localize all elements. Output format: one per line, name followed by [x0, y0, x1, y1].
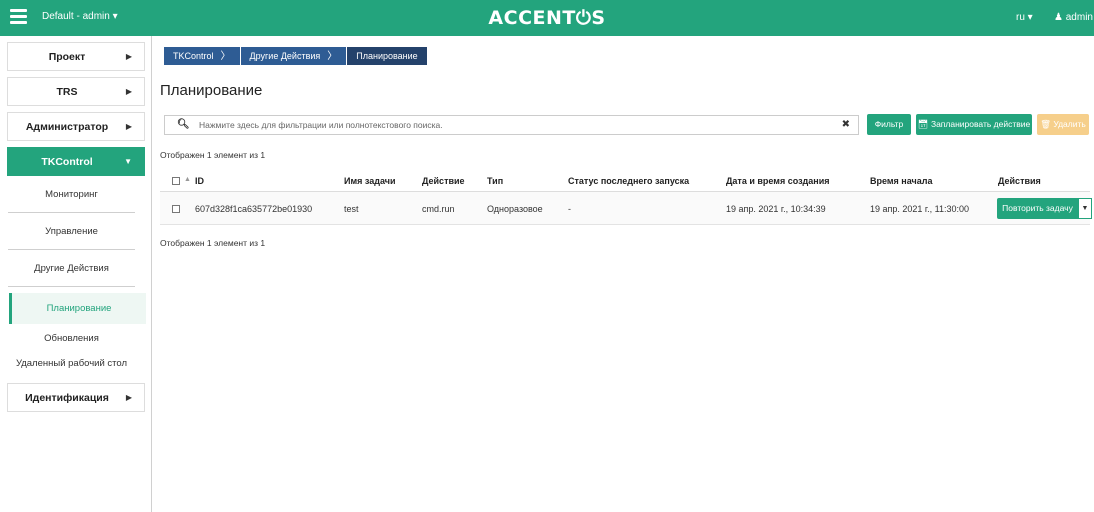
caret-right-icon: ▶	[125, 393, 132, 402]
column-header-action[interactable]: Действие	[422, 176, 465, 186]
cell-name: test	[344, 204, 359, 214]
search-icon: 🔍︎	[177, 119, 190, 130]
column-header-last-status[interactable]: Статус последнего запуска	[568, 176, 689, 186]
chevron-right-icon: 〉	[327, 51, 338, 62]
breadcrumb: TKControl 〉 Другие Действия 〉 Планирование	[164, 47, 428, 65]
select-all-checkbox[interactable]	[172, 177, 180, 185]
column-header-created[interactable]: Дата и время создания	[726, 176, 830, 186]
sort-asc-icon[interactable]: ▲	[184, 176, 191, 183]
cell-start: 19 апр. 2021 г., 11:30:00	[870, 204, 969, 214]
breadcrumb-item[interactable]: Другие Действия 〉	[240, 47, 347, 65]
sidebar-subitem-other-actions[interactable]: Другие Действия	[8, 250, 135, 287]
schedule-action-button[interactable]: 📅︎ Запланировать действие	[916, 114, 1032, 135]
sidebar-item-label: TRS	[56, 85, 78, 98]
caret-down-icon: ▼	[124, 157, 132, 166]
delete-button[interactable]: 🗑︎ Удалить	[1037, 114, 1089, 135]
table-header: ▲ ID Имя задачи Действие Тип Статус посл…	[160, 170, 1090, 192]
sidebar: Проект ▶ TRS ▶ Администратор ▶ TKControl…	[0, 36, 152, 512]
top-navbar: Default - admin ▾ ACCENT⏻S ru ▾ ♟ admin …	[0, 0, 1094, 36]
repeat-task-button[interactable]: Повторить задачу	[997, 198, 1078, 219]
column-header-id[interactable]: ID	[195, 176, 204, 186]
caret-right-icon: ▶	[125, 122, 132, 131]
sidebar-item-identity[interactable]: Идентификация ▶	[7, 383, 145, 412]
row-checkbox[interactable]	[172, 205, 180, 213]
language-selector[interactable]: ru ▾	[1016, 12, 1033, 23]
page-title: Планирование	[160, 82, 263, 99]
column-header-type[interactable]: Тип	[487, 176, 503, 186]
column-header-actions: Действия	[998, 176, 1041, 186]
tasks-table: ▲ ID Имя задачи Действие Тип Статус посл…	[160, 170, 1092, 225]
sidebar-subitem-planning[interactable]: Планирование	[9, 293, 146, 324]
cell-action: cmd.run	[422, 204, 455, 214]
filter-button[interactable]: Фильтр	[867, 114, 911, 135]
search-input[interactable]	[199, 117, 829, 133]
sidebar-subitem-monitoring[interactable]: Мониторинг	[8, 176, 135, 213]
trash-icon: 🗑︎	[1040, 119, 1054, 129]
sidebar-item-admin[interactable]: Администратор ▶	[7, 112, 145, 141]
sidebar-item-label: TKControl	[41, 155, 93, 168]
sidebar-item-tkcontrol[interactable]: TKControl ▼	[7, 147, 145, 176]
close-icon[interactable]: ✖	[842, 119, 850, 130]
item-count-bottom: Отображен 1 элемент из 1	[160, 238, 266, 248]
sidebar-item-label: Идентификация	[25, 391, 109, 404]
breadcrumb-item[interactable]: TKControl 〉	[164, 47, 240, 65]
caret-right-icon: ▶	[125, 87, 132, 96]
row-actions-dropdown-icon[interactable]: ▼	[1078, 198, 1092, 219]
cell-type: Одноразовое	[487, 204, 543, 214]
item-count-top: Отображен 1 элемент из 1	[160, 150, 266, 160]
cell-created: 19 апр. 2021 г., 10:34:39	[726, 204, 826, 214]
chevron-right-icon: 〉	[220, 51, 231, 62]
search-box: 🔍︎ ✖	[164, 115, 859, 135]
caret-right-icon: ▶	[125, 52, 132, 61]
cell-id[interactable]: 607d328f1ca635772be01930	[195, 204, 312, 214]
column-header-name[interactable]: Имя задачи	[344, 176, 396, 186]
sidebar-item-label: Проект	[48, 50, 86, 63]
table-row: 607d328f1ca635772be01930 test cmd.run Од…	[160, 192, 1092, 225]
sidebar-item-trs[interactable]: TRS ▶	[7, 77, 145, 106]
calendar-icon: 📅︎	[917, 119, 931, 129]
sidebar-item-project[interactable]: Проект ▶	[7, 42, 145, 71]
sidebar-subitem-remote-desktop[interactable]: Удаленный рабочий стол	[8, 351, 135, 375]
column-header-start[interactable]: Время начала	[870, 176, 932, 186]
sidebar-subitem-management[interactable]: Управление	[8, 213, 135, 250]
user-menu[interactable]: ♟ admin ▾	[1054, 12, 1094, 23]
brand-logo: ACCENT⏻S	[488, 7, 606, 29]
breadcrumb-item-current: Планирование	[347, 47, 427, 65]
sidebar-subitem-updates[interactable]: Обновления	[8, 326, 135, 350]
sidebar-item-label: Администратор	[25, 120, 109, 133]
cell-last-status: -	[568, 204, 571, 214]
